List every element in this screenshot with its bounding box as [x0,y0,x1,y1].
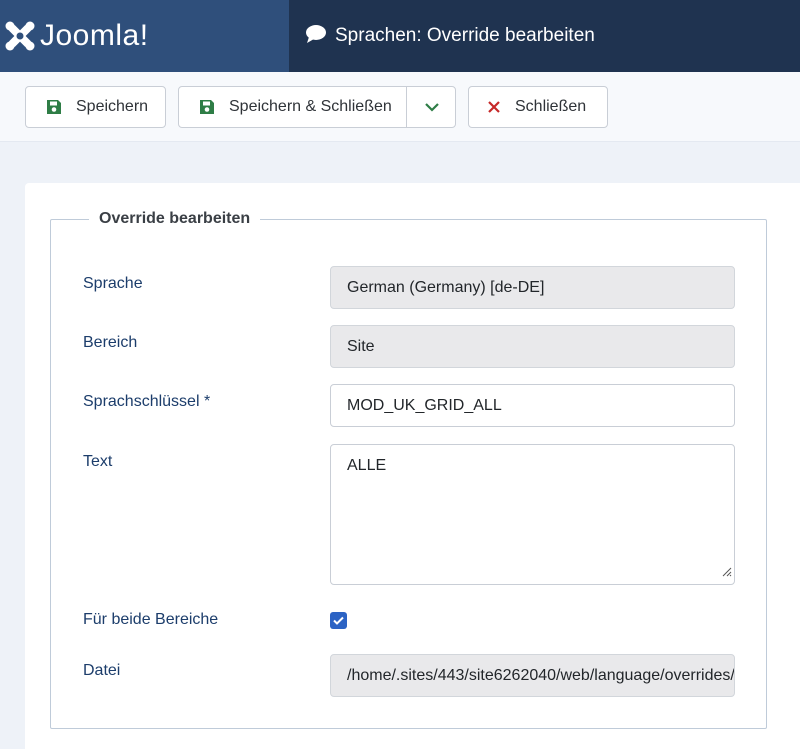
app-header: Joomla! Sprachen: Override bearbeiten [0,0,800,72]
client-label: Bereich [83,334,138,351]
resize-grip-icon[interactable] [720,564,732,582]
file-field: /home/.sites/443/site6262040/web/languag… [330,654,735,697]
checkmark-icon [333,616,344,625]
brand-name: Joomla! [40,19,149,52]
page-title: Sprachen: Override bearbeiten [335,25,595,46]
save-options-dropdown-toggle[interactable] [407,87,456,127]
fieldset-legend: Override bearbeiten [89,210,261,228]
save-and-close-label: Speichern & Schließen [229,98,392,115]
text-label: Text [83,453,113,470]
language-field: German (Germany) [de-DE] [330,266,735,309]
chevron-down-icon [424,103,439,112]
text-value: ALLE [347,457,387,474]
save-label: Speichern [76,98,149,115]
close-label: Schließen [515,98,587,115]
save-and-close-button[interactable]: Speichern & Schließen [178,86,456,128]
comment-icon [305,24,335,49]
both-clients-checkbox[interactable] [330,612,347,629]
file-label: Datei [83,662,121,679]
text-textarea[interactable]: ALLE [330,444,735,585]
brand-area[interactable]: Joomla! [0,0,289,72]
edit-card: Override bearbeiten Sprache German (Germ… [25,183,800,749]
toolbar: Speichern Speichern & Schließen Schließe… [0,72,800,142]
language-key-input[interactable]: MOD_UK_GRID_ALL [330,384,735,427]
client-value: Site [347,337,375,355]
joomla-logo-icon [4,20,36,52]
override-fieldset: Override bearbeiten Sprache German (Germ… [50,210,767,729]
close-icon [487,100,501,114]
save-button[interactable]: Speichern [25,86,166,128]
key-label: Sprachschlüssel * [83,393,211,410]
both-clients-label: Für beide Bereiche [83,611,219,628]
language-label: Sprache [83,275,143,292]
floppy-disk-icon [46,99,62,115]
title-bar: Sprachen: Override bearbeiten [289,0,800,72]
file-value: /home/.sites/443/site6262040/web/languag… [347,666,735,684]
client-field: Site [330,325,735,368]
floppy-disk-icon [199,99,215,115]
language-key-value: MOD_UK_GRID_ALL [347,396,502,414]
close-button[interactable]: Schließen [468,86,608,128]
language-value: German (Germany) [de-DE] [347,278,545,296]
